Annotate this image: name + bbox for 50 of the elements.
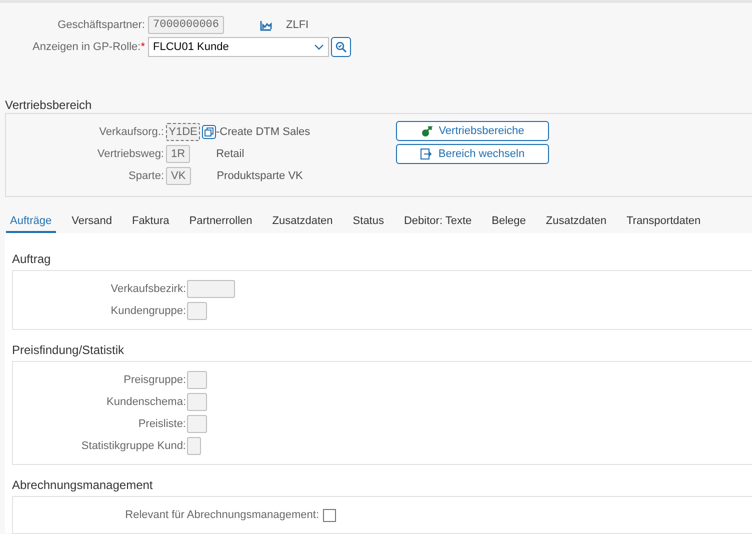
tab[interactable]: Versand [68,211,116,233]
role-dropdown[interactable]: FLCU01 Kunde [148,37,329,57]
required-mark: * [140,41,145,53]
field-label: Relevant für Abrechnungsmanagement: [124,509,320,521]
arrow-circle-icon [420,125,433,137]
field-label: Vertriebsweg: [96,148,165,160]
section-title: Auftrag [12,251,52,267]
field-label: Kundenschema: [106,396,187,408]
copy-icon[interactable] [202,125,216,139]
input-field[interactable] [187,371,207,389]
code-field[interactable]: VK [166,167,191,185]
field-description: -Create DTM Sales [216,126,310,138]
partner-field[interactable]: 7000000006 [148,16,224,34]
field-label: Verkaufsbezirk: [110,283,187,295]
action-button[interactable]: Vertriebsbereiche [396,121,549,141]
tab[interactable]: Zusatzdaten [542,211,610,233]
input-field[interactable] [187,302,207,320]
field-label: Verkaufsorg.: [98,126,165,138]
tab[interactable]: Status [348,211,388,233]
search-button[interactable] [331,37,351,57]
field-label: Statistikgruppe Kund: [80,440,187,452]
search-icon [335,41,347,53]
code-field[interactable]: Y1DE [166,123,200,141]
checkbox[interactable] [323,508,336,522]
field-description: Produktsparte VK [216,170,303,182]
field-label: Preisliste: [137,418,187,430]
section-title: Abrechnungsmanagement [12,477,154,493]
input-field[interactable] [187,415,207,433]
field-label: Geschäftspartner: [56,19,146,31]
field-label: Kundengruppe: [110,305,187,317]
tab[interactable]: Debitor: Texte [400,211,476,233]
field-label: Anzeigen in GP-Rolle:* [31,41,146,53]
chevron-down-icon [314,44,324,50]
tab[interactable]: Faktura [128,211,174,233]
chart-icon[interactable] [260,20,272,30]
section-title: Preisfindung/Statistik [12,342,126,358]
tab[interactable]: Partnerrollen [185,211,256,233]
input-field[interactable] [187,437,201,455]
field-label: Sparte: [128,170,165,182]
tab[interactable]: Zusatzdaten [268,211,337,233]
code-field[interactable]: 1R [166,145,190,163]
section-title: Vertriebsbereich [4,97,93,113]
field-description: Retail [216,148,244,160]
input-field[interactable] [187,393,207,411]
partner-description: ZLFI [286,19,309,31]
tab[interactable]: Transportdaten [622,211,705,233]
tab[interactable]: Belege [488,211,530,233]
action-button[interactable]: Bereich wechseln [396,144,549,164]
field-label: Preisgruppe: [122,374,187,386]
input-field[interactable] [187,280,235,298]
